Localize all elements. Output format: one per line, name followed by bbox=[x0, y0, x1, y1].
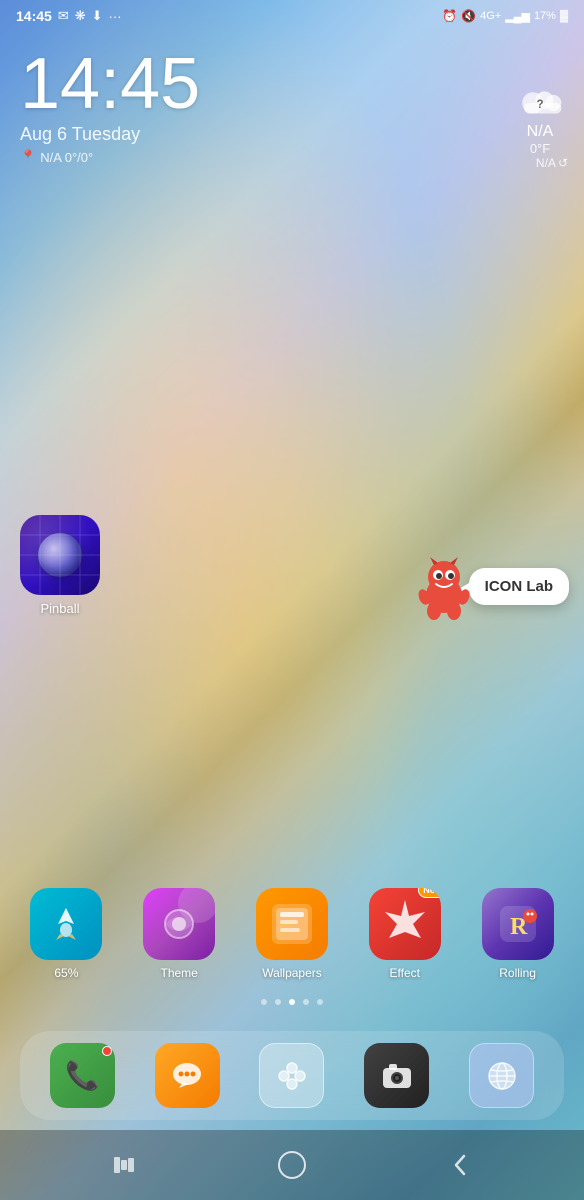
app-icon-65[interactable] bbox=[30, 888, 102, 960]
app-label-effect: Effect bbox=[390, 966, 420, 980]
app-item-65[interactable]: 65% bbox=[30, 888, 102, 980]
clock-location: 📍 N/A 0°/0° bbox=[20, 149, 564, 165]
dock-hub[interactable] bbox=[259, 1043, 324, 1108]
status-left: 14:45 ✉ ❋ ⬇ ··· bbox=[16, 8, 122, 24]
page-dot-3[interactable] bbox=[303, 999, 309, 1005]
clock-date: Aug 6 Tuesday bbox=[20, 124, 564, 145]
page-dot-1[interactable] bbox=[275, 999, 281, 1005]
weather-temp: 0°F bbox=[512, 141, 568, 156]
weather-widget[interactable]: ? N/A 0°F N/A ↺ bbox=[512, 78, 568, 170]
download-icon: ⬇ bbox=[92, 8, 103, 24]
alarm-icon: ⏰ bbox=[442, 9, 457, 23]
weather-cloud-icon: ? bbox=[512, 78, 568, 118]
app-label-65: 65% bbox=[54, 966, 78, 980]
home-button[interactable] bbox=[270, 1143, 314, 1187]
effect-icon-graphic bbox=[369, 888, 441, 960]
dock-camera[interactable] bbox=[364, 1043, 429, 1108]
pinball-label: Pinball bbox=[40, 601, 79, 616]
pinball-app[interactable]: Pinball bbox=[20, 515, 100, 616]
icon-lab-label: ICON Lab bbox=[485, 578, 553, 595]
svg-text:?: ? bbox=[536, 99, 543, 111]
app-item-rolling[interactable]: R Rolling bbox=[482, 888, 554, 980]
recents-icon bbox=[112, 1155, 136, 1175]
app-icon-effect[interactable]: New bbox=[369, 888, 441, 960]
nav-bar bbox=[0, 1130, 584, 1200]
app-icon-rolling[interactable]: R bbox=[482, 888, 554, 960]
network-type: 4G+ bbox=[480, 10, 501, 22]
dock-phone[interactable]: 📞 bbox=[50, 1043, 115, 1108]
status-right: ⏰ 🔇 4G+ ▂▄▆ 17% ▓ bbox=[442, 9, 568, 23]
dock-browser[interactable] bbox=[469, 1043, 534, 1108]
clock-time: 14:45 bbox=[20, 48, 564, 120]
page-indicators bbox=[0, 999, 584, 1005]
signal-icon: ▂▄▆ bbox=[505, 10, 530, 23]
bluetooth-icon: ❋ bbox=[75, 8, 86, 24]
back-button[interactable] bbox=[438, 1143, 482, 1187]
theme-icon-graphic bbox=[143, 888, 215, 960]
more-icon: ··· bbox=[109, 9, 122, 24]
rocket-icon bbox=[46, 904, 86, 944]
status-bar: 14:45 ✉ ❋ ⬇ ··· ⏰ 🔇 4G+ ▂▄▆ 17% ▓ bbox=[0, 0, 584, 28]
app-row: 65% Theme bbox=[0, 888, 584, 980]
rolling-icon-graphic: R bbox=[482, 888, 554, 960]
weather-status: N/A bbox=[512, 123, 568, 141]
app-label-theme: Theme bbox=[161, 966, 198, 980]
page-dot-2[interactable] bbox=[289, 999, 295, 1005]
hub-icon bbox=[274, 1058, 310, 1094]
icon-lab-popup[interactable]: ICON Lab bbox=[414, 555, 569, 620]
monster-icon bbox=[414, 555, 474, 620]
recents-button[interactable] bbox=[102, 1143, 146, 1187]
phone-notification-dot bbox=[102, 1046, 112, 1056]
wallpapers-icon-graphic bbox=[256, 888, 328, 960]
dock: 📞 bbox=[20, 1031, 564, 1120]
messages-icon bbox=[169, 1058, 205, 1094]
app-item-wallpapers[interactable]: Wallpapers bbox=[256, 888, 328, 980]
page-dot-4[interactable] bbox=[317, 999, 323, 1005]
silent-icon: 🔇 bbox=[461, 9, 476, 23]
phone-icon: 📞 bbox=[65, 1059, 100, 1092]
app-icon-wallpapers[interactable] bbox=[256, 888, 328, 960]
icon-lab-bubble[interactable]: ICON Lab bbox=[469, 568, 569, 605]
battery-icon: ▓ bbox=[560, 10, 568, 22]
gmail-icon: ✉ bbox=[58, 8, 69, 24]
new-badge: New bbox=[418, 888, 441, 898]
app-label-rolling: Rolling bbox=[499, 966, 536, 980]
page-dot-0[interactable] bbox=[261, 999, 267, 1005]
back-icon bbox=[450, 1150, 470, 1180]
app-label-wallpapers: Wallpapers bbox=[262, 966, 322, 980]
status-time: 14:45 bbox=[16, 8, 52, 24]
location-icon: 📍 bbox=[20, 149, 36, 165]
home-icon bbox=[277, 1150, 307, 1180]
pinball-icon[interactable] bbox=[20, 515, 100, 595]
app-icon-theme[interactable] bbox=[143, 888, 215, 960]
clock-widget: 14:45 Aug 6 Tuesday 📍 N/A 0°/0° ? N/A 0°… bbox=[0, 28, 584, 165]
app-item-effect[interactable]: New Effect bbox=[369, 888, 441, 980]
main-area: Pinball bbox=[0, 165, 584, 1200]
battery-percent: 17% bbox=[534, 10, 556, 22]
dock-messages[interactable] bbox=[155, 1043, 220, 1108]
app-item-theme[interactable]: Theme bbox=[143, 888, 215, 980]
camera-icon bbox=[379, 1058, 415, 1094]
browser-icon bbox=[484, 1058, 520, 1094]
